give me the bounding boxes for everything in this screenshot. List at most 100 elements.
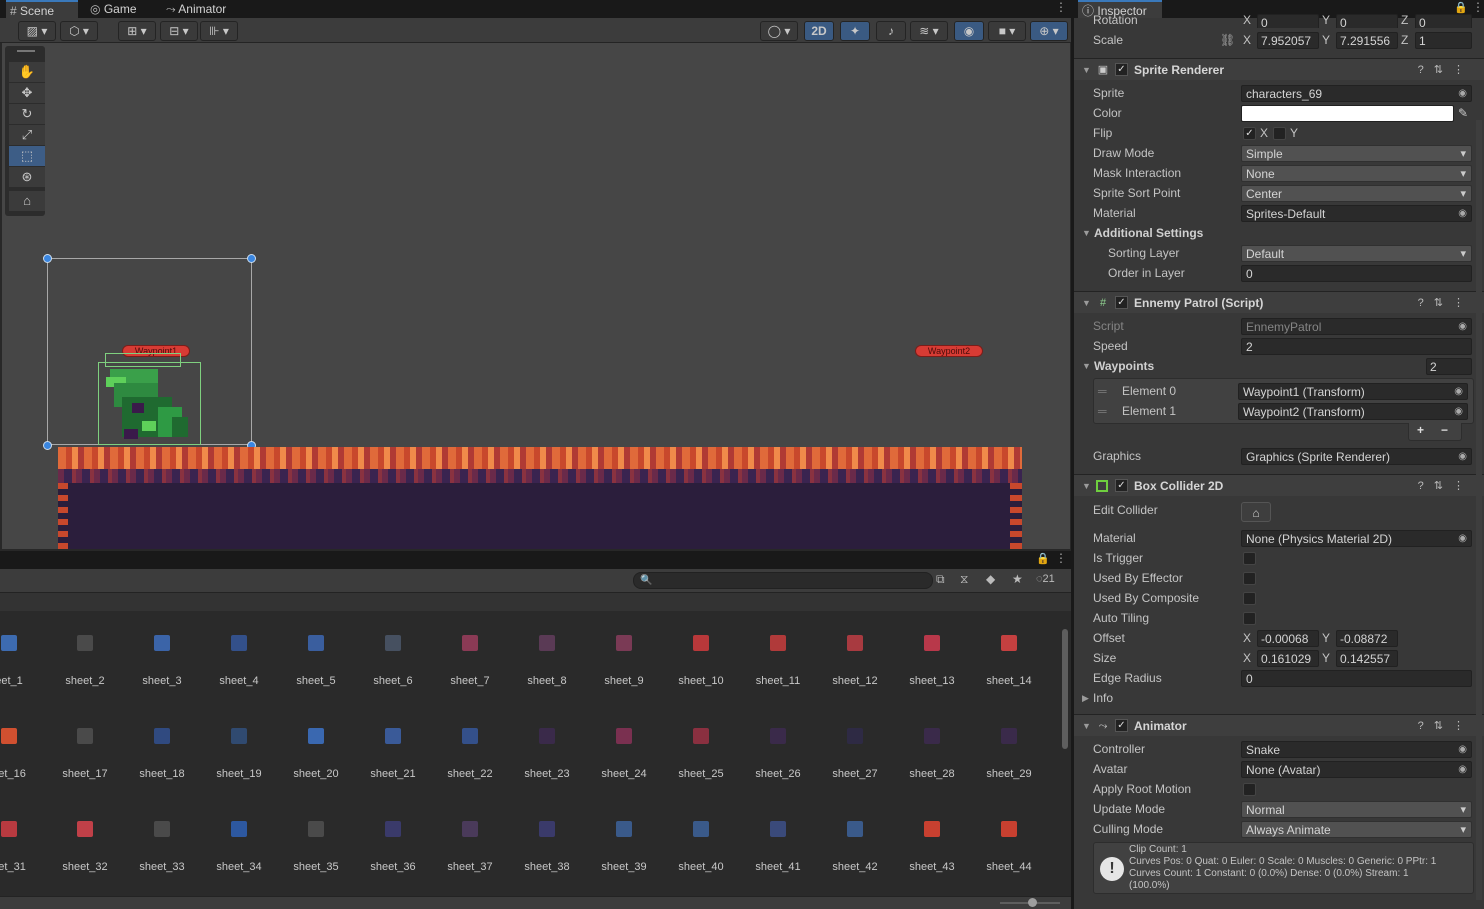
- asset-item[interactable]: sheet_26: [740, 728, 816, 780]
- mask-dropdown[interactable]: None: [1241, 165, 1472, 182]
- draw-mode-dropdown[interactable]: ▨ ▾: [18, 21, 56, 41]
- asset-item[interactable]: sheet_23: [509, 728, 585, 780]
- hidden-count-badge[interactable]: ◌21: [1036, 573, 1055, 585]
- waypoint2-gizmo[interactable]: Waypoint2: [915, 345, 983, 357]
- effector-checkbox[interactable]: [1243, 572, 1256, 585]
- scrollbar-thumb[interactable]: [1062, 629, 1068, 749]
- mode-2d-button[interactable]: 2D: [804, 21, 834, 41]
- search-input[interactable]: 🔍: [633, 572, 933, 589]
- element1-field[interactable]: Waypoint2 (Transform): [1238, 403, 1468, 420]
- avatar-field[interactable]: None (Avatar): [1241, 761, 1472, 778]
- asset-item[interactable]: eet_1: [0, 635, 47, 687]
- grid-snap-dropdown[interactable]: ⊞ ▾: [118, 21, 156, 41]
- label-icon[interactable]: ◆: [986, 572, 995, 586]
- patrol-actions-icon[interactable]: ?⇅⋮: [1418, 292, 1474, 314]
- update-mode-dropdown[interactable]: Normal: [1241, 801, 1472, 818]
- asset-item[interactable]: sheet_9: [586, 635, 662, 687]
- more-menu-icon[interactable]: ⋮: [1055, 0, 1067, 14]
- search-mode-icon[interactable]: ⧉: [936, 572, 945, 587]
- palette-handle[interactable]: [17, 50, 35, 52]
- asset-scrollbar[interactable]: [1061, 615, 1069, 895]
- asset-item[interactable]: sheet_33: [124, 821, 200, 873]
- camera-dropdown[interactable]: ■ ▾: [988, 21, 1026, 41]
- animator-enabled-checkbox[interactable]: ✓: [1115, 719, 1128, 732]
- patrol-header[interactable]: ▼ # ✓ Ennemy Patrol (Script) ?⇅⋮: [1074, 291, 1484, 313]
- edit-collider-button[interactable]: ⌂: [1241, 502, 1271, 522]
- asset-item[interactable]: sheet_11: [740, 635, 816, 687]
- lock-icon[interactable]: 🔒: [1036, 552, 1050, 565]
- asset-item[interactable]: sheet_18: [124, 728, 200, 780]
- tab-animator[interactable]: ⤳ Animator: [162, 0, 252, 18]
- asset-item[interactable]: sheet_12: [817, 635, 893, 687]
- additional-settings-row[interactable]: ▼ Additional Settings: [1074, 223, 1484, 243]
- graphics-field[interactable]: Graphics (Sprite Renderer): [1241, 448, 1472, 465]
- additional-foldout-icon[interactable]: ▼: [1082, 223, 1091, 243]
- remove-element-button[interactable]: −: [1441, 423, 1448, 437]
- draw-mode-dropdown[interactable]: Simple: [1241, 145, 1472, 162]
- asset-item[interactable]: sheet_5: [278, 635, 354, 687]
- color-swatch[interactable]: [1241, 105, 1454, 122]
- asset-item[interactable]: sheet_42: [817, 821, 893, 873]
- asset-item[interactable]: sheet_4: [201, 635, 277, 687]
- asset-item[interactable]: sheet_36: [355, 821, 431, 873]
- asset-item[interactable]: sheet_24: [586, 728, 662, 780]
- offset-x-field[interactable]: -0.00068: [1257, 630, 1319, 647]
- waypoints-size-field[interactable]: 2: [1426, 358, 1472, 375]
- collider-actions-icon[interactable]: ?⇅⋮: [1418, 475, 1474, 497]
- snake-sprite[interactable]: [102, 367, 198, 443]
- asset-item[interactable]: sheet_27: [817, 728, 893, 780]
- effects-dropdown[interactable]: ≋ ▾: [910, 21, 948, 41]
- sorting-layer-dropdown[interactable]: Default: [1241, 245, 1472, 262]
- asset-item[interactable]: sheet_28: [894, 728, 970, 780]
- transform-tool-button[interactable]: ⊛: [9, 167, 45, 187]
- flip-y-checkbox[interactable]: [1273, 127, 1286, 140]
- collider-enabled-checkbox[interactable]: ✓: [1115, 479, 1128, 492]
- waypoints-row[interactable]: ▼ Waypoints 2: [1074, 356, 1484, 376]
- trigger-checkbox[interactable]: [1243, 552, 1256, 565]
- component-actions-icon[interactable]: ?⇅⋮: [1418, 59, 1474, 81]
- gizmos-dropdown[interactable]: ⊕ ▾: [1030, 21, 1068, 41]
- asset-item[interactable]: sheet_6: [355, 635, 431, 687]
- animator-foldout-icon[interactable]: ▼: [1082, 715, 1091, 737]
- scale-x-field[interactable]: 7.952057: [1257, 32, 1319, 49]
- lighting-toggle[interactable]: ✦: [840, 21, 870, 41]
- shading-dropdown[interactable]: ⬡ ▾: [60, 21, 98, 41]
- move-tool-button[interactable]: ✥: [9, 83, 45, 103]
- asset-item[interactable]: sheet_3: [124, 635, 200, 687]
- collider-material-field[interactable]: None (Physics Material 2D): [1241, 530, 1472, 547]
- increment-snap-dropdown[interactable]: ⊟ ▾: [160, 21, 198, 41]
- asset-item[interactable]: sheet_13: [894, 635, 970, 687]
- animator-actions-icon[interactable]: ?⇅⋮: [1418, 715, 1474, 737]
- box-collider-header[interactable]: ▼ ✓ Box Collider 2D ?⇅⋮: [1074, 474, 1484, 496]
- audio-toggle[interactable]: ♪: [876, 21, 906, 41]
- info-foldout-icon[interactable]: ▶: [1082, 688, 1089, 708]
- sprite-field[interactable]: characters_69: [1241, 85, 1472, 102]
- element0-field[interactable]: Waypoint1 (Transform): [1238, 383, 1468, 400]
- inspector-scrollbar[interactable]: [1476, 120, 1482, 900]
- material-field[interactable]: Sprites-Default: [1241, 205, 1472, 222]
- asset-item[interactable]: sheet_8: [509, 635, 585, 687]
- drag-handle-icon[interactable]: ═: [1098, 381, 1107, 401]
- speed-field[interactable]: 2: [1241, 338, 1472, 355]
- asset-item[interactable]: sheet_22: [432, 728, 508, 780]
- asset-item[interactable]: sheet_35: [278, 821, 354, 873]
- asset-item[interactable]: sheet_21: [355, 728, 431, 780]
- asset-item[interactable]: sheet_19: [201, 728, 277, 780]
- info-row[interactable]: ▶ Info: [1074, 688, 1484, 708]
- asset-item[interactable]: sheet_17: [47, 728, 123, 780]
- sort-point-dropdown[interactable]: Center: [1241, 185, 1472, 202]
- filter-type-icon[interactable]: ⧖: [960, 572, 968, 587]
- patrol-foldout-icon[interactable]: ▼: [1082, 292, 1091, 314]
- zoom-slider-knob[interactable]: [1028, 898, 1037, 907]
- rect-tool-button[interactable]: ⬚: [9, 146, 45, 166]
- asset-item[interactable]: sheet_43: [894, 821, 970, 873]
- sprite-renderer-enabled-checkbox[interactable]: ✓: [1115, 63, 1128, 76]
- scene-viewport[interactable]: ✋ ✥ ↻ ⤢ ⬚ ⊛ ⌂ Waypoint1 Waypoint2: [2, 43, 1070, 549]
- asset-item[interactable]: eet_16: [0, 728, 47, 780]
- scale-z-field[interactable]: 1: [1415, 32, 1472, 49]
- collider-foldout-icon[interactable]: ▼: [1082, 475, 1091, 497]
- edge-radius-field[interactable]: 0: [1241, 670, 1472, 687]
- asset-item[interactable]: eet_31: [0, 821, 47, 873]
- tab-scene[interactable]: # Scene: [6, 0, 78, 18]
- size-y-field[interactable]: 0.142557: [1336, 650, 1398, 667]
